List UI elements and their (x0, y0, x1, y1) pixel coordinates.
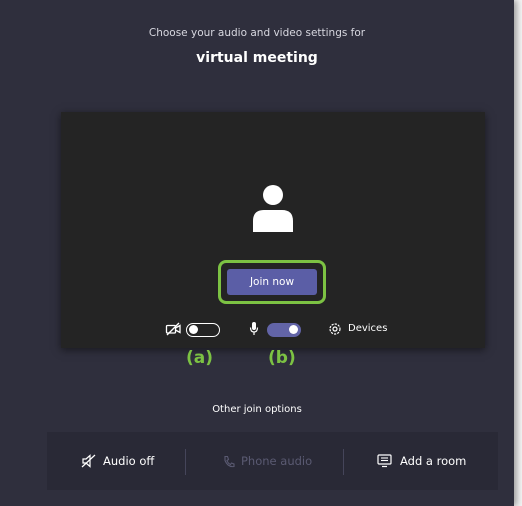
other-join-options-bar: Audio off Phone audio Add a room (47, 432, 498, 490)
divider (343, 449, 344, 475)
join-now-button[interactable]: Join now (227, 269, 317, 295)
annotation-a: (a) (186, 348, 214, 368)
settings-subtitle: Choose your audio and video settings for (148, 27, 366, 39)
phone-audio-label: Phone audio (241, 454, 313, 468)
microphone-toggle[interactable] (267, 323, 301, 337)
speaker-off-icon (81, 454, 96, 468)
audio-off-label: Audio off (103, 454, 155, 468)
camera-off-icon (165, 322, 181, 336)
camera-toggle[interactable] (186, 323, 220, 337)
camera-toggle-knob (189, 325, 198, 334)
person-avatar-icon (253, 185, 293, 232)
prejoin-screen: Choose your audio and video settings for… (0, 0, 514, 506)
room-display-icon (377, 454, 392, 468)
microphone-icon (249, 322, 259, 335)
add-room-label: Add a room (400, 454, 467, 468)
microphone-toggle-knob (289, 325, 298, 334)
phone-icon (224, 455, 235, 468)
audio-off-option[interactable]: Audio off (81, 432, 181, 490)
meeting-title: virtual meeting (196, 50, 318, 66)
annotation-b: (b) (268, 348, 296, 368)
devices-button[interactable]: Devices (348, 323, 387, 334)
phone-audio-option: Phone audio (223, 432, 333, 490)
other-join-options-heading: Other join options (212, 404, 302, 415)
join-highlight-box: Join now (218, 260, 326, 304)
add-room-option[interactable]: Add a room (377, 432, 487, 490)
video-preview: Join now Devices (61, 112, 485, 348)
gear-icon (329, 323, 341, 335)
divider (185, 449, 186, 475)
